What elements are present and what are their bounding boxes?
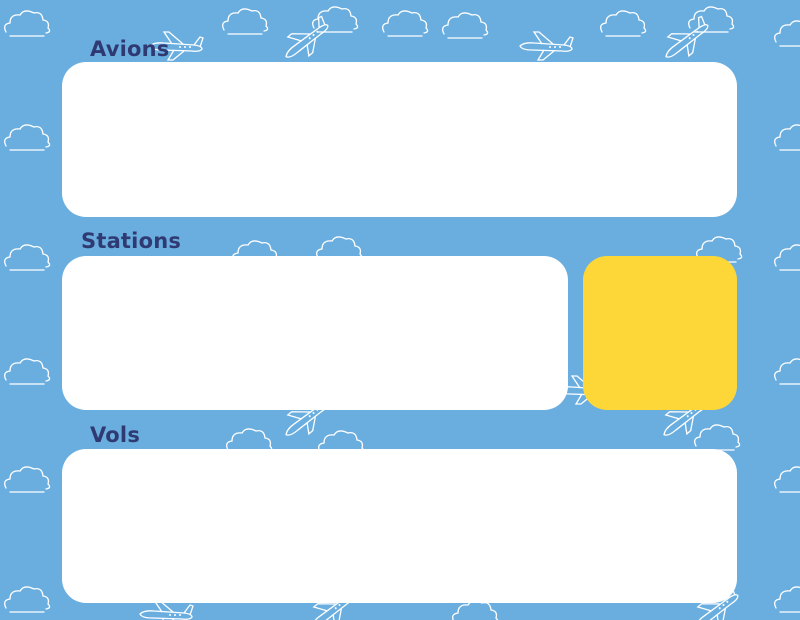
vols-panel[interactable]: [62, 449, 737, 603]
stations-panel[interactable]: [62, 256, 568, 410]
section-title-avions: Avions: [90, 37, 170, 61]
section-title-stations: Stations: [81, 229, 182, 253]
section-title-vols: Vols: [90, 423, 141, 447]
stations-accent-tile: [583, 256, 737, 410]
avions-panel[interactable]: [62, 62, 737, 217]
